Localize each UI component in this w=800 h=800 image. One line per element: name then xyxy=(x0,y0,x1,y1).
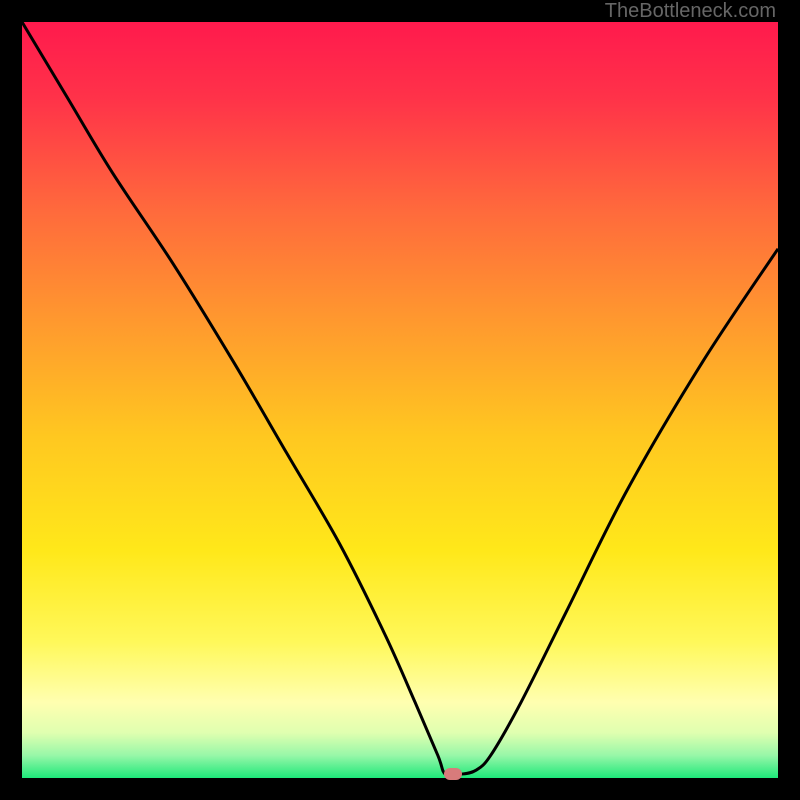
watermark-text: TheBottleneck.com xyxy=(605,0,776,23)
bottleneck-curve xyxy=(22,22,778,778)
chart-area xyxy=(22,22,778,778)
optimum-marker xyxy=(444,768,462,780)
